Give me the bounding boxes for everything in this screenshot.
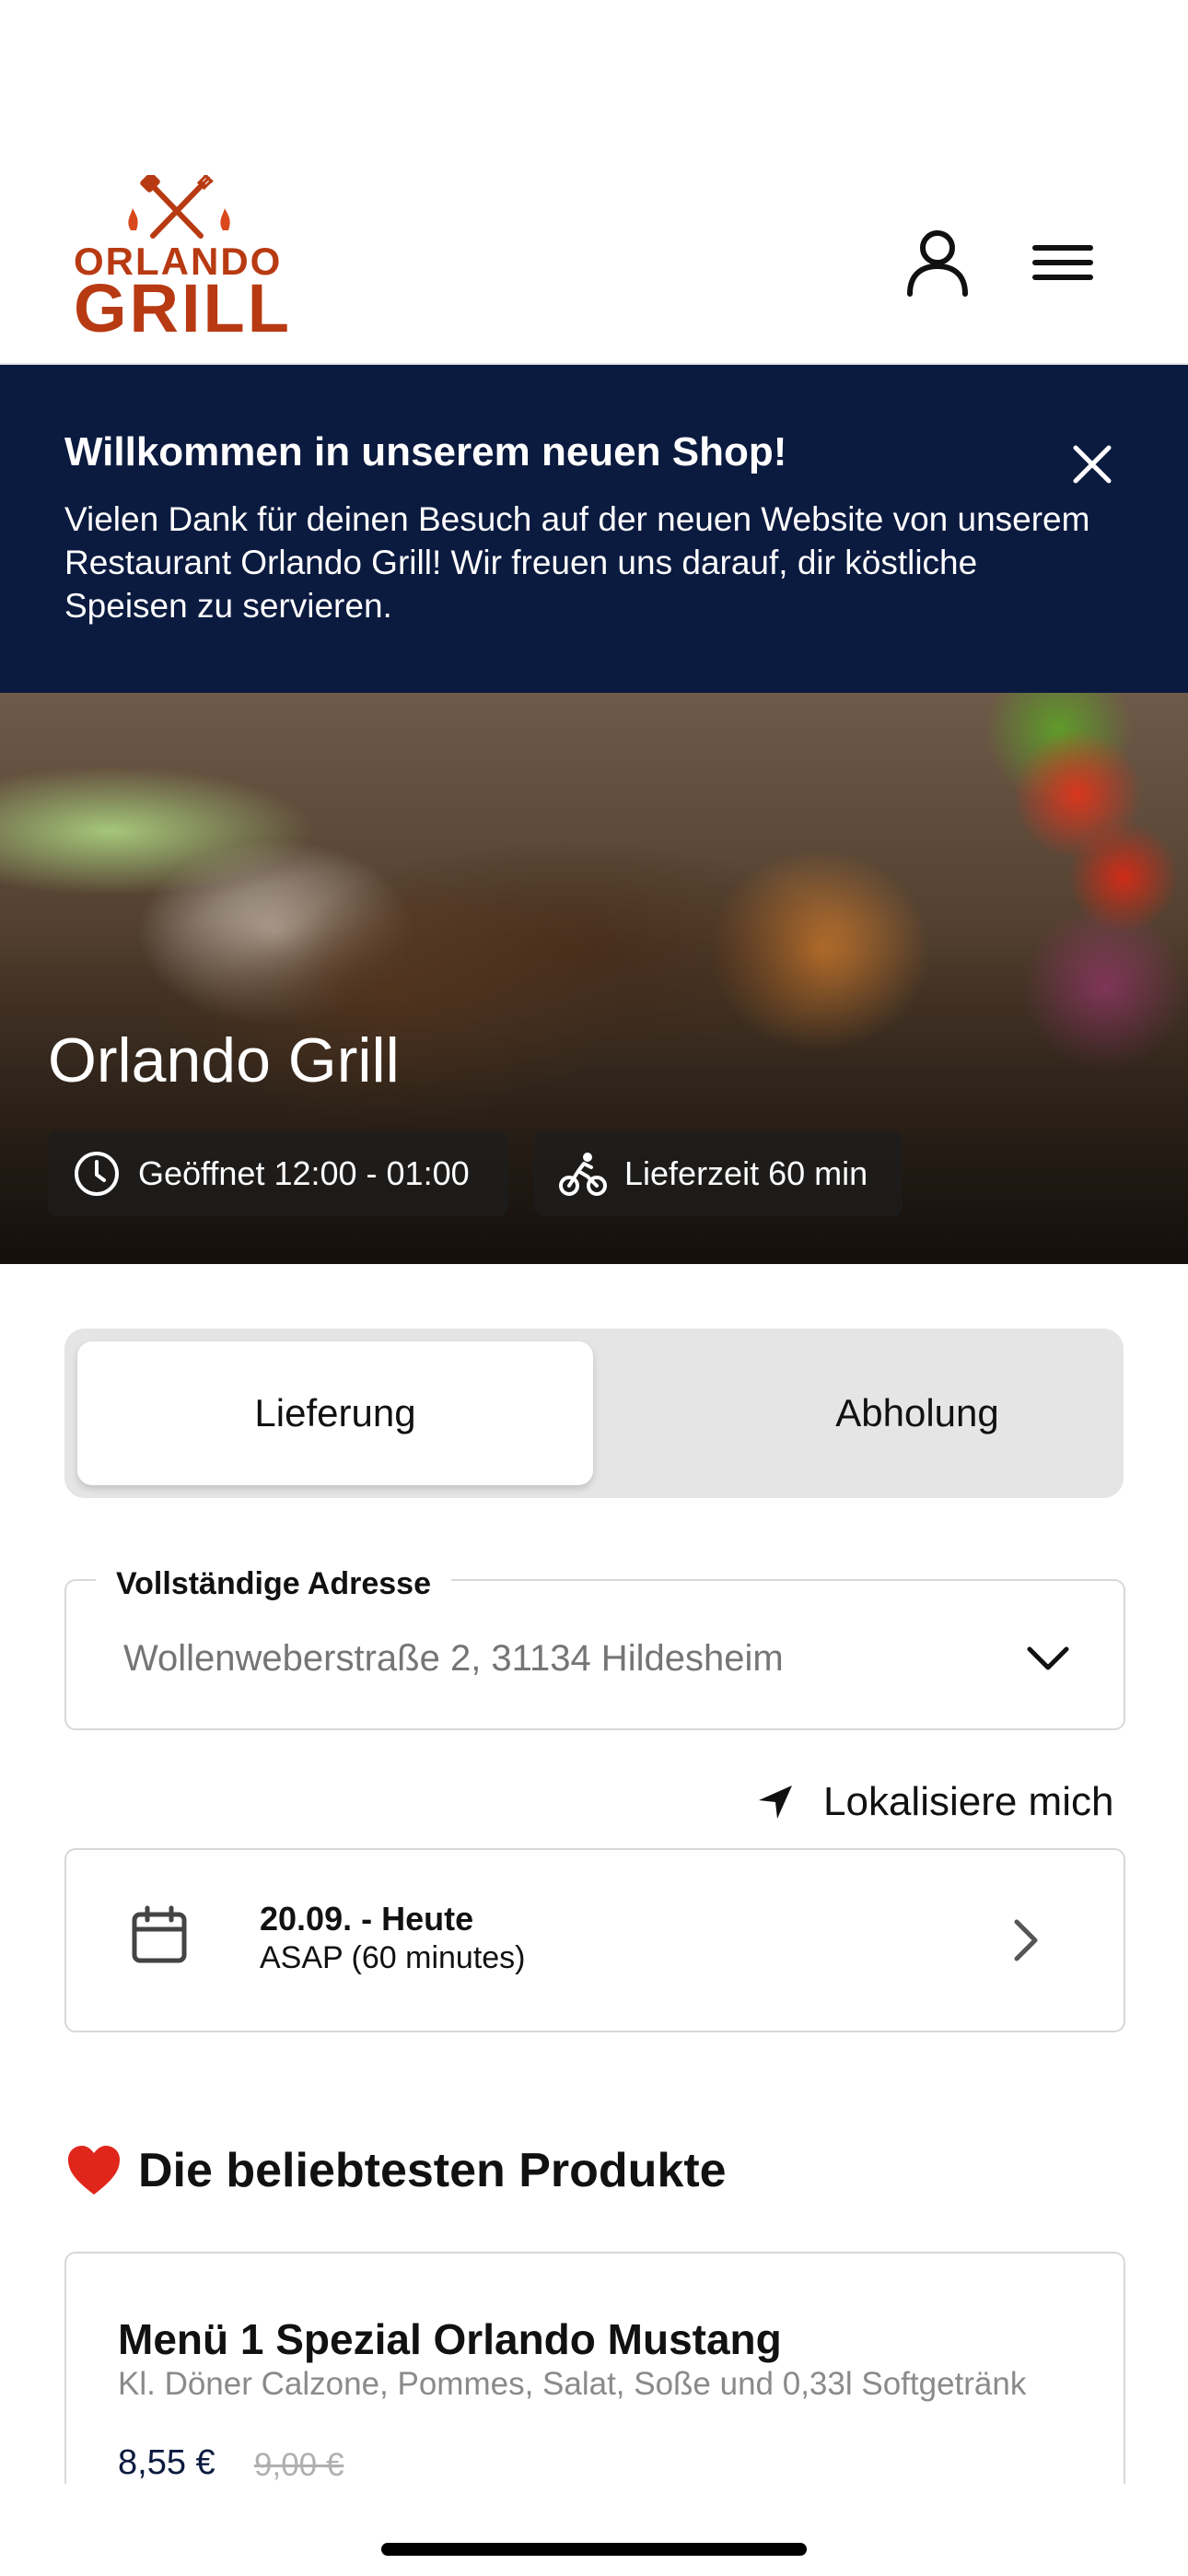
bottom-safe-area [0, 2484, 1188, 2576]
address-label: Vollständige Adresse [96, 1566, 451, 1602]
user-icon[interactable] [901, 226, 974, 299]
chevron-down-icon[interactable] [1022, 1642, 1074, 1675]
delivery-time-selector[interactable] [64, 1848, 1125, 2032]
locate-me-button[interactable]: Lokalisiere mich [755, 1774, 1113, 1830]
chevron-right-icon [1014, 1919, 1038, 1961]
delivery-time-text: Lieferzeit 60 min [624, 1154, 868, 1192]
tab-lieferung[interactable]: Lieferung [77, 1341, 593, 1485]
hamburger-menu-icon[interactable] [1026, 235, 1100, 290]
calendar-icon [132, 1905, 187, 1963]
heart-icon [68, 2146, 120, 2195]
banner-text: Vielen Dank für deinen Besuch auf der ne… [64, 500, 1090, 625]
product-description: Kl. Döner Calzone, Pommes, Salat, Soße u… [118, 2366, 1027, 2402]
opening-hours-badge: Geöffnet 12:00 - 01:00 [48, 1131, 508, 1216]
close-icon[interactable] [1065, 437, 1120, 492]
tab-abholung[interactable]: Abholung [659, 1341, 1175, 1485]
product-old-price: 9,00 € [254, 2447, 344, 2483]
grill-tools-icon [128, 175, 230, 239]
popular-products-heading: Die beliebtesten Produkte [64, 2143, 727, 2198]
delivery-time-estimate: ASAP (60 minutes) [260, 1940, 526, 1975]
logo-text-grill: GRILL [74, 270, 292, 346]
banner-title: Willkommen in unserem neuen Shop! [64, 429, 787, 474]
address-input[interactable] [123, 1638, 952, 1680]
restaurant-name: Orlando Grill [48, 1025, 400, 1095]
orlando-grill-logo[interactable]: ORLANDO GRILL [74, 175, 292, 346]
popular-products-title: Die beliebtesten Produkte [138, 2144, 727, 2197]
delivery-date: 20.09. - Heute [260, 1900, 474, 1938]
opening-hours-text: Geöffnet 12:00 - 01:00 [138, 1154, 470, 1192]
product-name: Menü 1 Spezial Orlando Mustang [118, 2315, 782, 2363]
clock-icon [75, 1152, 119, 1196]
bicycle-courier-icon [559, 1153, 607, 1196]
location-arrow-icon [759, 1786, 792, 1819]
home-indicator[interactable] [381, 2543, 807, 2556]
locate-me-label: Lokalisiere mich [823, 1779, 1114, 1824]
product-price: 8,55 € [118, 2443, 215, 2482]
delivery-time-badge: Lieferzeit 60 min [534, 1131, 903, 1216]
order-type-toggle: Lieferung Abholung [64, 1329, 1124, 1498]
